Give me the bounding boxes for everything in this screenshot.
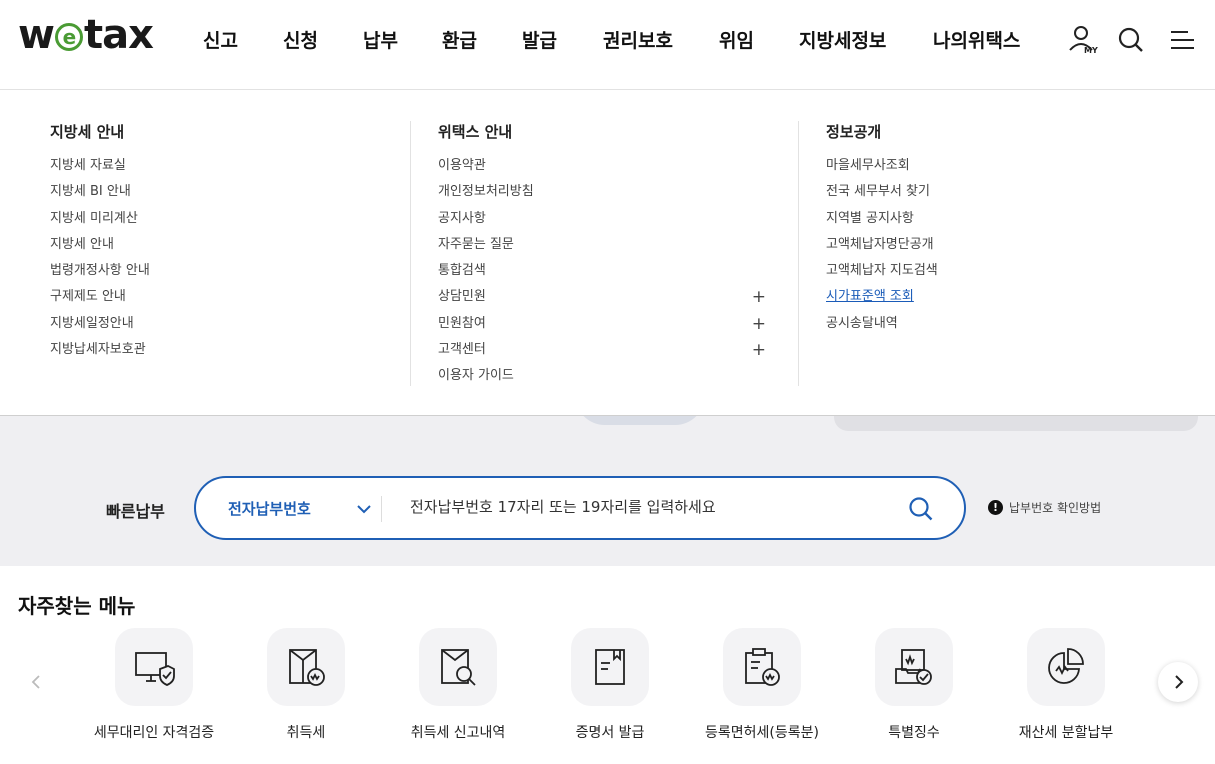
frequent-menu-item[interactable]: 세무대리인 자격검증 xyxy=(78,628,230,742)
menu-item[interactable]: 이용자 가이드 xyxy=(438,363,766,389)
document-search-icon xyxy=(419,628,497,706)
logo-w: w xyxy=(18,12,55,58)
menu-item-expandable[interactable]: 고객센터 + xyxy=(438,337,766,363)
payment-number-help-link[interactable]: ! 납부번호 확인방법 xyxy=(988,499,1101,516)
monitor-shield-icon xyxy=(115,628,193,706)
menu-item[interactable]: 지방세 BI 안내 xyxy=(50,179,380,205)
frequent-menu-title: 자주찾는 메뉴 xyxy=(18,594,136,618)
payment-type-select[interactable]: 전자납부번호 xyxy=(228,498,311,519)
menu-item[interactable]: 전국 세무부서 찾기 xyxy=(826,179,1156,205)
menu-item[interactable]: 지역별 공지사항 xyxy=(826,206,1156,232)
menu-item[interactable]: 공시송달내역 xyxy=(826,311,1156,337)
pie-chart-icon xyxy=(1027,628,1105,706)
search-icon[interactable] xyxy=(1117,24,1147,56)
my-label: MY xyxy=(1084,46,1098,55)
expand-plus-icon[interactable]: + xyxy=(752,337,766,363)
expand-plus-icon[interactable]: + xyxy=(752,284,766,310)
wetax-logo[interactable]: w e tax xyxy=(18,12,154,58)
clipboard-coin-icon xyxy=(723,628,801,706)
gnb-item-payment[interactable]: 납부 xyxy=(363,26,398,53)
frequent-menu-item[interactable]: 특별징수 xyxy=(838,628,990,742)
menu-item[interactable]: 지방세 자료실 xyxy=(50,153,380,179)
column-divider xyxy=(798,121,799,386)
gnb-item-rights[interactable]: 권리보호 xyxy=(603,26,673,53)
chevron-down-icon[interactable] xyxy=(356,500,372,519)
menu-item[interactable]: 공지사항 xyxy=(438,206,766,232)
expand-plus-icon[interactable]: + xyxy=(752,311,766,337)
hamburger-menu-icon[interactable] xyxy=(1168,24,1198,56)
menu-item[interactable]: 구제제도 안내 xyxy=(50,284,380,310)
certificate-icon xyxy=(571,628,649,706)
quick-pay-box: 전자납부번호 xyxy=(194,476,966,540)
document-coin-icon xyxy=(267,628,345,706)
gnb-item-report[interactable]: 신고 xyxy=(203,26,238,53)
gnb-item-issue[interactable]: 발급 xyxy=(522,26,557,53)
menu-item[interactable]: 자주묻는 질문 xyxy=(438,232,766,258)
local-tax-info-dropdown: 지방세 안내 지방세 자료실 지방세 BI 안내 지방세 미리계산 지방세 안내… xyxy=(0,91,1215,416)
gnb-item-refund[interactable]: 환급 xyxy=(442,26,477,53)
site-header: w e tax 신고 신청 납부 환급 발급 권리보호 위임 지방세정보 나의위택스… xyxy=(0,0,1215,90)
menu-item[interactable]: 통합검색 xyxy=(438,258,766,284)
logo-tax: tax xyxy=(83,12,154,58)
menu-item[interactable]: 지방세일정안내 xyxy=(50,311,380,337)
menu-item[interactable]: 개인정보처리방침 xyxy=(438,179,766,205)
menu-item[interactable]: 지방납세자보호관 xyxy=(50,337,380,363)
quick-pay-label: 빠른납부 xyxy=(106,502,165,521)
menu-column-title: 정보공개 xyxy=(826,123,882,141)
menu-column-title: 지방세 안내 xyxy=(50,123,125,141)
gnb-item-apply[interactable]: 신청 xyxy=(283,26,318,53)
menu-column-wetax-guide: 위택스 안내 이용약관 개인정보처리방침 공지사항 자주묻는 질문 통합검색 상… xyxy=(438,121,766,390)
frequent-menu-item[interactable]: 취득세 xyxy=(230,628,382,742)
gnb-item-local-tax-info[interactable]: 지방세정보 xyxy=(799,26,886,53)
menu-item[interactable]: 마을세무사조회 xyxy=(826,153,1156,179)
menu-item-active[interactable]: 시가표준액 조회 xyxy=(826,284,1156,310)
info-icon: ! xyxy=(988,500,1003,515)
search-icon[interactable] xyxy=(908,496,934,526)
frequent-menu-item[interactable]: 취득세 신고내역 xyxy=(382,628,534,742)
menu-item[interactable]: 이용약관 xyxy=(438,153,766,179)
carousel-next-button[interactable] xyxy=(1158,662,1198,702)
menu-item[interactable]: 지방세 미리계산 xyxy=(50,206,380,232)
menu-item-expandable[interactable]: 민원참여 + xyxy=(438,311,766,337)
my-page-icon[interactable]: MY xyxy=(1068,24,1098,56)
gnb-item-delegation[interactable]: 위임 xyxy=(719,26,754,53)
select-divider xyxy=(381,496,382,522)
payment-number-input[interactable] xyxy=(410,498,890,516)
carousel-prev-button[interactable] xyxy=(17,662,57,702)
menu-item[interactable]: 법령개정사항 안내 xyxy=(50,258,380,284)
help-text: 납부번호 확인방법 xyxy=(1009,501,1102,515)
menu-column-local-tax-guide: 지방세 안내 지방세 자료실 지방세 BI 안내 지방세 미리계산 지방세 안내… xyxy=(50,121,380,363)
menu-item[interactable]: 지방세 안내 xyxy=(50,232,380,258)
tray-check-icon xyxy=(875,628,953,706)
frequent-menu-item[interactable]: 증명서 발급 xyxy=(534,628,686,742)
logo-e: e xyxy=(54,23,83,51)
menu-column-info-disclosure: 정보공개 마을세무사조회 전국 세무부서 찾기 지역별 공지사항 고액체납자명단… xyxy=(826,121,1156,337)
column-divider xyxy=(410,121,411,386)
frequent-menu-item[interactable]: 등록면허세(등록분) xyxy=(686,628,838,742)
gnb-item-my-wetax[interactable]: 나의위택스 xyxy=(933,26,1020,53)
menu-column-title: 위택스 안내 xyxy=(438,123,513,141)
menu-item-expandable[interactable]: 상담민원 + xyxy=(438,284,766,310)
menu-item[interactable]: 고액체납자 지도검색 xyxy=(826,258,1156,284)
frequent-menu-item[interactable]: 재산세 분할납부 xyxy=(990,628,1142,742)
menu-item[interactable]: 고액체납자명단공개 xyxy=(826,232,1156,258)
